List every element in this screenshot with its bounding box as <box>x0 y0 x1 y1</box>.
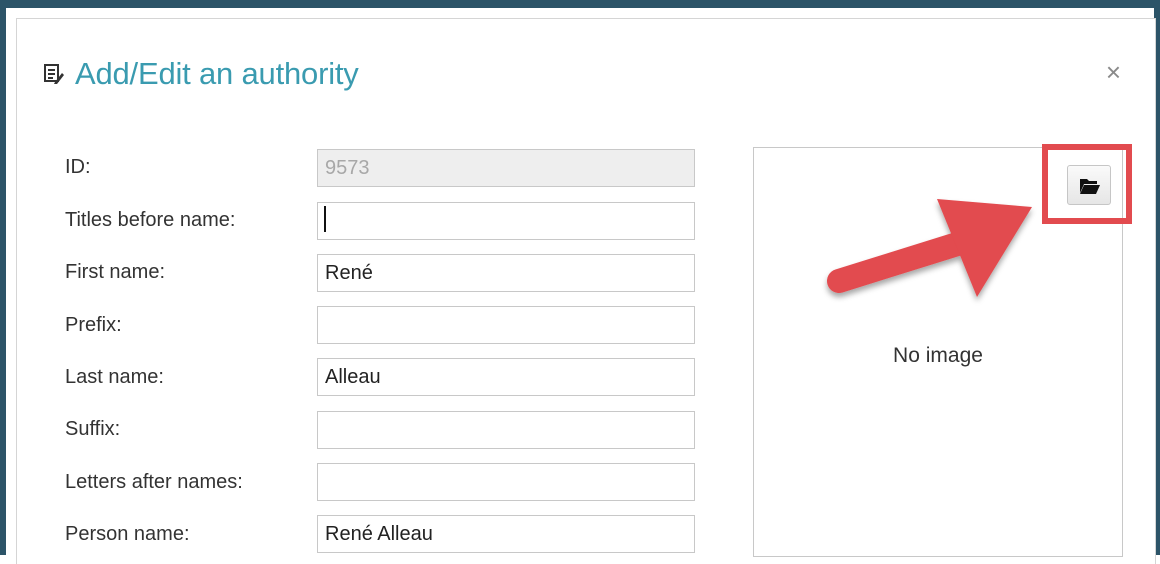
letters-after-names-field[interactable] <box>317 463 695 501</box>
titles-before-name-field[interactable] <box>317 202 695 240</box>
first-name-label: First name: <box>65 261 166 283</box>
last-name-field[interactable]: Alleau <box>317 358 695 396</box>
dialog-title: Add/Edit an authority <box>75 56 359 91</box>
no-image-text: No image <box>893 344 983 367</box>
person-name-field[interactable]: René Alleau <box>317 515 695 553</box>
first-name-field[interactable]: René <box>317 254 695 292</box>
edit-note-icon <box>43 63 65 85</box>
folder-open-icon <box>1080 179 1100 194</box>
prefix-field[interactable] <box>317 306 695 344</box>
suffix-label: Suffix: <box>65 418 121 440</box>
window-frame: Add/Edit an authority × ID: 9573 Titles … <box>0 0 1160 564</box>
person-name-label: Person name: <box>65 523 190 545</box>
letters-after-names-label: Letters after names: <box>65 471 243 493</box>
last-name-label: Last name: <box>65 366 164 388</box>
add-edit-authority-dialog: Add/Edit an authority × ID: 9573 Titles … <box>16 18 1156 564</box>
id-label: ID: <box>65 156 91 178</box>
prefix-label: Prefix: <box>65 314 122 336</box>
close-icon[interactable]: × <box>1106 57 1121 87</box>
suffix-field[interactable] <box>317 411 695 449</box>
id-field: 9573 <box>317 149 695 187</box>
titles-before-name-label: Titles before name: <box>65 209 236 231</box>
annotation-arrow <box>827 199 1032 297</box>
text-cursor <box>324 206 326 232</box>
browse-image-button[interactable] <box>1067 165 1111 205</box>
